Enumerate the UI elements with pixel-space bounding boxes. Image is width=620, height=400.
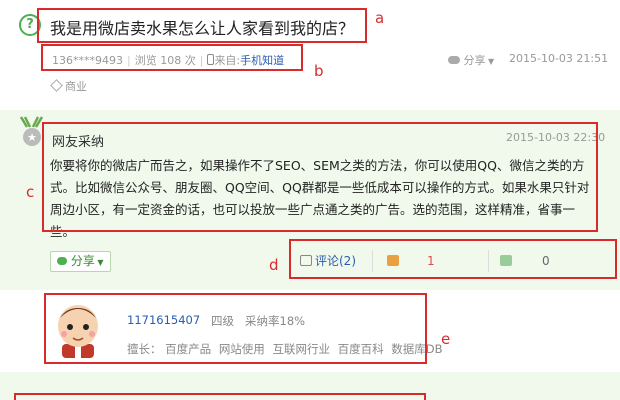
- question-time: 2015-10-03 21:51: [509, 52, 609, 65]
- svg-text:★: ★: [27, 131, 37, 144]
- answer-share-button[interactable]: 分享 ▼: [50, 251, 111, 272]
- annotation-label-c: c: [26, 183, 35, 201]
- annotation-label-d: d: [269, 256, 279, 274]
- annotation-box-b: [41, 44, 303, 71]
- cloud-share-icon: [448, 56, 460, 64]
- question-share[interactable]: 分享 ▼: [448, 52, 494, 68]
- annotation-label-b: b: [314, 62, 324, 80]
- share-icon: [57, 257, 67, 265]
- tag-icon: [50, 79, 63, 92]
- annotation-label-e: e: [441, 330, 451, 348]
- chevron-down-icon: ▼: [94, 258, 104, 267]
- annotation-box-next: [14, 393, 426, 400]
- annotation-label-a: a: [375, 9, 385, 27]
- annotation-box-a: [37, 8, 367, 43]
- chevron-down-icon: ▼: [485, 57, 495, 66]
- annotation-box-e: [44, 293, 427, 364]
- question-share-label: 分享: [463, 54, 486, 67]
- annotation-box-d: [289, 239, 617, 279]
- annotation-box-c: [42, 122, 598, 232]
- answer-share-label: 分享: [70, 254, 95, 268]
- tag-label: 商业: [65, 80, 87, 93]
- tag-row[interactable]: 商业: [50, 78, 87, 94]
